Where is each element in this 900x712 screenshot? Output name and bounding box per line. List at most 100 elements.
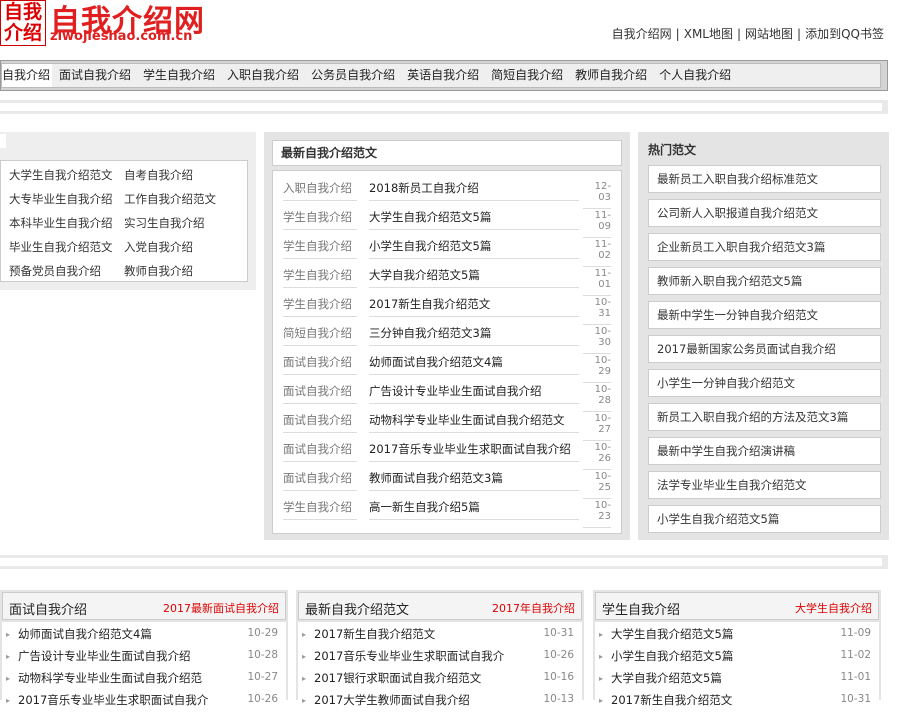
category-row: 毕业生自我介绍范文 入党自我介绍 <box>9 239 234 255</box>
latest-row-title[interactable]: 广告设计专业毕业生面试自我介绍 <box>369 383 579 404</box>
latest-row-title[interactable]: 2017新生自我介绍范文 <box>369 296 579 317</box>
hot-item[interactable]: 公司新人入职报道自我介绍范文 <box>648 199 881 227</box>
nav-item[interactable]: 教师自我介绍 <box>570 64 652 87</box>
hot-item[interactable]: 企业新员工入职自我介绍范文3篇 <box>648 233 881 261</box>
top-link-xml-map[interactable]: XML地图 <box>684 27 733 41</box>
latest-row-title[interactable]: 三分钟自我介绍范文3篇 <box>369 325 579 346</box>
bullet-arrow-icon: ▸ <box>599 630 604 639</box>
column-title[interactable]: 面试自我介绍 <box>9 599 87 618</box>
latest-row: 面试自我介绍 教师面试自我介绍范文3篇 10-25 <box>283 464 613 499</box>
list-item-title[interactable]: 小学生自我介绍范文5篇 <box>611 648 831 664</box>
column-title[interactable]: 最新自我介绍范文 <box>305 599 409 618</box>
hot-item[interactable]: 2017最新国家公务员面试自我介绍 <box>648 335 881 363</box>
category-link[interactable]: 自考自我介绍 <box>124 167 234 183</box>
list-item-date: 10-27 <box>247 671 278 683</box>
list-item-title[interactable]: 幼师面试自我介绍范文4篇 <box>18 626 238 642</box>
list-item-title[interactable]: 大学自我介绍范文5篇 <box>611 670 831 686</box>
category-link[interactable]: 入党自我介绍 <box>124 239 234 255</box>
list-item-title[interactable]: 2017音乐专业毕业生求职面试自我介 <box>18 692 238 708</box>
nav-item[interactable]: 公务员自我介绍 <box>306 64 400 87</box>
latest-row: 面试自我介绍 幼师面试自我介绍范文4篇 10-29 <box>283 348 613 383</box>
nav-item[interactable]: 简短自我介绍 <box>486 64 568 87</box>
bullet-arrow-icon: ▸ <box>302 696 307 705</box>
latest-panel: 最新自我介绍范文 入职自我介绍 2018新员工自我介绍 12-03 学生自我介绍 大学生… <box>264 132 630 540</box>
nav-item[interactable]: 英语自我介绍 <box>402 64 484 87</box>
latest-row: 学生自我介绍 2017新生自我介绍范文 10-31 <box>283 290 613 325</box>
list-item-title[interactable]: 2017银行求职面试自我介绍范文 <box>314 670 534 686</box>
category-link[interactable]: 毕业生自我介绍范文 <box>9 239 124 255</box>
nav-item[interactable]: 入职自我介绍 <box>222 64 304 87</box>
category-link[interactable]: 预备党员自我介绍 <box>9 263 124 279</box>
column-header: 最新自我介绍范文 2017年自我介绍 <box>298 592 582 620</box>
latest-row-category[interactable]: 学生自我介绍 <box>283 296 357 317</box>
latest-row-title[interactable]: 小学生自我介绍范文5篇 <box>369 238 579 259</box>
top-link-qq-bookmark[interactable]: 添加到QQ书签 <box>805 27 884 41</box>
top-link-home[interactable]: 自我介绍网 <box>612 27 672 41</box>
latest-row-category[interactable]: 面试自我介绍 <box>283 470 357 491</box>
latest-row-category[interactable]: 入职自我介绍 <box>283 180 357 201</box>
latest-row-title[interactable]: 2017音乐专业毕业生求职面试自我介绍 <box>369 441 579 462</box>
latest-row-title[interactable]: 动物科学专业毕业生面试自我介绍范文 <box>369 412 579 433</box>
latest-row-category[interactable]: 面试自我介绍 <box>283 354 357 375</box>
list-item-date: 10-29 <box>247 627 278 639</box>
latest-row-category[interactable]: 学生自我介绍 <box>283 238 357 259</box>
latest-row-category[interactable]: 面试自我介绍 <box>283 441 357 462</box>
latest-row-title[interactable]: 大学自我介绍范文5篇 <box>369 267 579 288</box>
hot-item[interactable]: 小学生一分钟自我介绍范文 <box>648 369 881 397</box>
logo-mark[interactable]: 自我 介绍 <box>0 0 46 46</box>
column-title[interactable]: 学生自我介绍 <box>602 599 680 618</box>
category-column: 学生自我介绍 大学生自我介绍 ▸ 大学生自我介绍范文5篇 11-09 ▸ 小学生自我介绍范文… <box>593 590 881 707</box>
top-link-site-map[interactable]: 网站地图 <box>745 27 793 41</box>
logo-mark-line2: 介绍 <box>3 22 42 44</box>
latest-row-title[interactable]: 高一新生自我介绍5篇 <box>369 499 579 520</box>
column-more-link[interactable]: 大学生自我介绍 <box>795 600 872 616</box>
hot-item[interactable]: 小学生自我介绍范文5篇 <box>648 505 881 533</box>
list-item-title[interactable]: 动物科学专业毕业生面试自我介绍范 <box>18 670 238 686</box>
hot-item[interactable]: 教师新入职自我介绍范文5篇 <box>648 267 881 295</box>
latest-row-title[interactable]: 教师面试自我介绍范文3篇 <box>369 470 579 491</box>
latest-row-title[interactable]: 2018新员工自我介绍 <box>369 180 579 201</box>
hot-item[interactable]: 最新中学生自我介绍演讲稿 <box>648 437 881 465</box>
list-item-title[interactable]: 2017新生自我介绍范文 <box>314 626 534 642</box>
latest-row-title[interactable]: 幼师面试自我介绍范文4篇 <box>369 354 579 375</box>
list-item-title[interactable]: 2017新生自我介绍范文 <box>611 692 831 708</box>
latest-row-category[interactable]: 面试自我介绍 <box>283 412 357 433</box>
list-item-title[interactable]: 2017大学生教师面试自我介绍 <box>314 692 534 708</box>
list-item-date: 10-13 <box>543 693 574 705</box>
bullet-arrow-icon: ▸ <box>302 652 307 661</box>
latest-panel-title: 最新自我介绍范文 <box>272 140 622 166</box>
category-link[interactable]: 大学生自我介绍范文 <box>9 167 124 183</box>
top-links: 自我介绍网 | XML地图 | 网站地图 | 添加到QQ书签 <box>611 27 884 41</box>
latest-row-category[interactable]: 学生自我介绍 <box>283 209 357 230</box>
list-item-title[interactable]: 大学生自我介绍范文5篇 <box>611 626 831 642</box>
category-link[interactable]: 工作自我介绍范文 <box>124 191 234 207</box>
nav-item[interactable]: 面试自我介绍 <box>54 64 136 87</box>
hot-item[interactable]: 最新员工入职自我介绍标准范文 <box>648 165 881 193</box>
list-item-title[interactable]: 广告设计专业毕业生面试自我介绍 <box>18 648 238 664</box>
nav-item[interactable]: 学生自我介绍 <box>138 64 220 87</box>
list-item-title[interactable]: 2017音乐专业毕业生求职面试自我介 <box>314 648 534 664</box>
category-row: 预备党员自我介绍 教师自我介绍 <box>9 263 234 279</box>
hot-item[interactable]: 法学专业毕业生自我介绍范文 <box>648 471 881 499</box>
category-links: 大学生自我介绍范文 自考自我介绍 大专毕业生自我介绍 工作自我介绍范文 本科毕业生自我介… <box>0 160 248 282</box>
latest-row-category[interactable]: 面试自我介绍 <box>283 383 357 404</box>
category-link[interactable]: 本科毕业生自我介绍 <box>9 215 124 231</box>
latest-row-title[interactable]: 大学生自我介绍范文5篇 <box>369 209 579 230</box>
nav-item[interactable]: 自我介绍 <box>2 64 53 87</box>
hot-item[interactable]: 最新中学生一分钟自我介绍范文 <box>648 301 881 329</box>
latest-row-category[interactable]: 学生自我介绍 <box>283 499 357 520</box>
latest-list: 入职自我介绍 2018新员工自我介绍 12-03 学生自我介绍 大学生自我介绍范文5篇 1… <box>272 170 622 534</box>
category-link[interactable]: 教师自我介绍 <box>124 263 234 279</box>
list-item: ▸ 2017新生自我介绍范文 10-31 <box>599 690 875 712</box>
category-link[interactable]: 实习生自我介绍 <box>124 215 234 231</box>
column-more-link[interactable]: 2017年自我介绍 <box>492 600 575 616</box>
category-column: 最新自我介绍范文 2017年自我介绍 ▸ 2017新生自我介绍范文 10-31 ▸ 2017… <box>296 590 584 707</box>
bullet-arrow-icon: ▸ <box>599 652 604 661</box>
nav-item[interactable]: 个人自我介绍 <box>654 64 736 87</box>
hot-item[interactable]: 新员工入职自我介绍的方法及范文3篇 <box>648 403 881 431</box>
latest-row-category[interactable]: 简短自我介绍 <box>283 325 357 346</box>
latest-row-category[interactable]: 学生自我介绍 <box>283 267 357 288</box>
list-item: ▸ 动物科学专业毕业生面试自我介绍范 10-27 <box>6 668 282 690</box>
category-link[interactable]: 大专毕业生自我介绍 <box>9 191 124 207</box>
column-more-link[interactable]: 2017最新面试自我介绍 <box>163 600 279 616</box>
